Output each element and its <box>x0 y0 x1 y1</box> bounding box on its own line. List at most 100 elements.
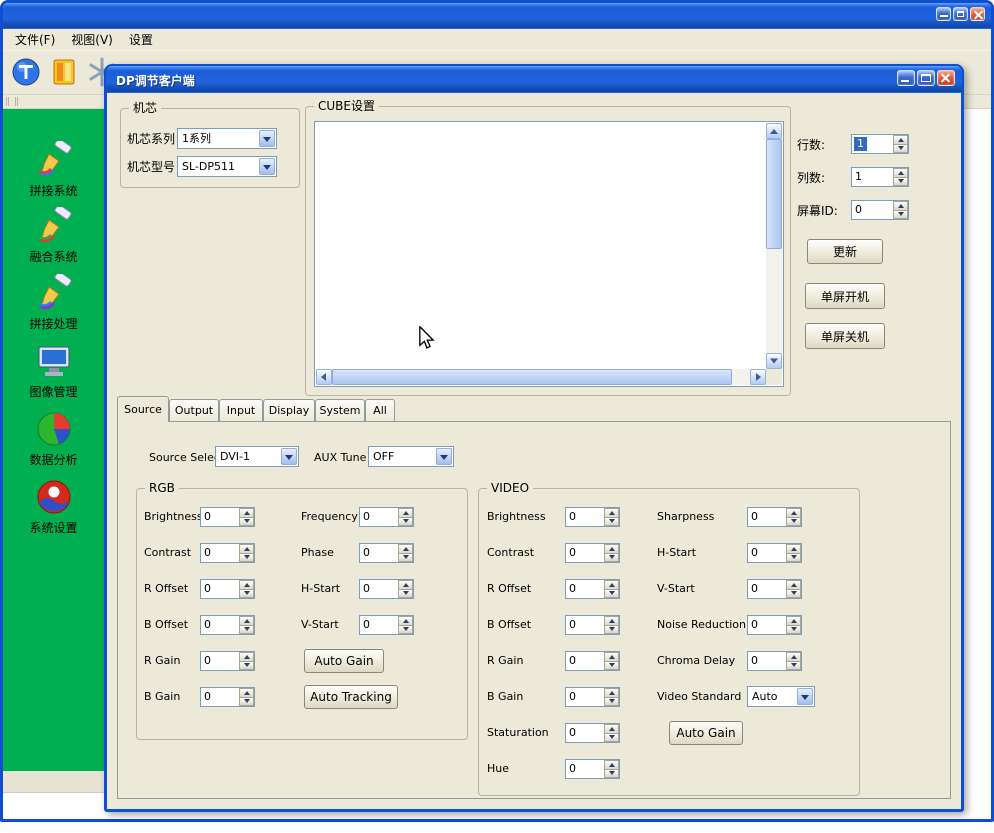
spin-down-button[interactable] <box>604 770 619 779</box>
scroll-up-button[interactable] <box>766 123 782 139</box>
spin-down-button[interactable] <box>398 554 413 563</box>
rgb-auto-gain-button[interactable]: Auto Gain <box>304 649 384 673</box>
rgb-r-gain-spinner[interactable]: 0 <box>200 651 255 671</box>
minimize-button[interactable] <box>897 70 915 86</box>
spin-up-button[interactable] <box>239 508 254 518</box>
app-titlebar[interactable] <box>3 3 991 29</box>
sidebar-item-fusion-system[interactable]: 融合系统 <box>3 205 104 269</box>
spin-down-button[interactable] <box>786 590 801 599</box>
spin-up-button[interactable] <box>604 508 619 518</box>
spin-down-button[interactable] <box>398 626 413 635</box>
video-auto-gain-button[interactable]: Auto Gain <box>669 721 743 745</box>
tab-display[interactable]: Display <box>263 399 315 421</box>
spin-down-button[interactable] <box>786 518 801 527</box>
spin-down-button[interactable] <box>786 662 801 671</box>
maximize-button[interactable] <box>917 70 935 86</box>
spin-down-button[interactable] <box>893 145 908 154</box>
chevron-down-icon[interactable] <box>436 448 452 465</box>
source-select-combo[interactable]: DVI-1 <box>215 446 299 467</box>
video-b-offset-spinner[interactable]: 0 <box>565 615 620 635</box>
spin-down-button[interactable] <box>604 734 619 743</box>
rgb-auto-tracking-button[interactable]: Auto Tracking <box>304 685 398 709</box>
spin-down-button[interactable] <box>604 662 619 671</box>
minimize-button[interactable] <box>936 7 951 21</box>
spin-down-button[interactable] <box>398 518 413 527</box>
spin-down-button[interactable] <box>604 518 619 527</box>
menu-file[interactable]: 文件(F) <box>7 29 63 50</box>
spin-down-button[interactable] <box>786 554 801 563</box>
close-button[interactable] <box>937 70 955 86</box>
spin-up-button[interactable] <box>398 508 413 518</box>
video-r-gain-spinner[interactable]: 0 <box>565 651 620 671</box>
rgb-b-offset-spinner[interactable]: 0 <box>200 615 255 635</box>
single-screen-power-on-button[interactable]: 单屏开机 <box>805 283 885 309</box>
chevron-down-icon[interactable] <box>797 688 813 705</box>
sidebar-item-splice-system[interactable]: 拼接系统 <box>3 139 104 203</box>
spin-up-button[interactable] <box>604 688 619 698</box>
spin-up-button[interactable] <box>604 580 619 590</box>
vertical-scrollbar[interactable] <box>766 123 782 369</box>
sidebar-item-system-settings[interactable]: 系统设置 <box>3 476 104 540</box>
tab-source[interactable]: Source <box>117 396 169 422</box>
rows-spinner[interactable]: 1 <box>851 134 909 154</box>
scroll-down-button[interactable] <box>766 353 782 369</box>
spin-up-button[interactable] <box>786 652 801 662</box>
spin-down-button[interactable] <box>239 554 254 563</box>
video-sharpness-spinner[interactable]: 0 <box>747 507 802 527</box>
single-screen-power-off-button[interactable]: 单屏关机 <box>805 323 885 349</box>
spin-up-button[interactable] <box>604 544 619 554</box>
spin-up-button[interactable] <box>893 168 908 178</box>
video-chroma-delay-spinner[interactable]: 0 <box>747 651 802 671</box>
video-contrast-spinner[interactable]: 0 <box>565 543 620 563</box>
chevron-down-icon[interactable] <box>281 448 297 465</box>
rgb-r-offset-spinner[interactable]: 0 <box>200 579 255 599</box>
toolbar-button-panel[interactable] <box>45 54 83 92</box>
spin-down-button[interactable] <box>239 590 254 599</box>
sidebar-item-splice-processing[interactable]: 拼接处理 <box>3 272 104 336</box>
tab-output[interactable]: Output <box>169 399 219 421</box>
spin-up-button[interactable] <box>398 616 413 626</box>
chevron-down-icon[interactable] <box>259 158 275 175</box>
spin-down-button[interactable] <box>239 626 254 635</box>
spin-down-button[interactable] <box>239 518 254 527</box>
spin-up-button[interactable] <box>786 544 801 554</box>
spin-up-button[interactable] <box>786 580 801 590</box>
spin-down-button[interactable] <box>786 626 801 635</box>
spin-up-button[interactable] <box>239 652 254 662</box>
spin-up-button[interactable] <box>239 580 254 590</box>
spin-up-button[interactable] <box>604 760 619 770</box>
rgb-frequency-spinner[interactable]: 0 <box>359 507 414 527</box>
spin-up-button[interactable] <box>239 616 254 626</box>
horizontal-scroll-thumb[interactable] <box>332 369 732 385</box>
spin-up-button[interactable] <box>786 508 801 518</box>
cols-spinner[interactable]: 1 <box>851 167 909 187</box>
video-standard-combo[interactable]: Auto <box>747 686 815 707</box>
sidebar-item-data-analysis[interactable]: 数据分析 <box>3 408 104 472</box>
video-brightness-spinner[interactable]: 0 <box>565 507 620 527</box>
spin-up-button[interactable] <box>239 544 254 554</box>
spin-down-button[interactable] <box>893 178 908 187</box>
spin-up-button[interactable] <box>239 688 254 698</box>
menu-view[interactable]: 视图(V) <box>63 29 121 50</box>
rgb-b-gain-spinner[interactable]: 0 <box>200 687 255 707</box>
video-r-offset-spinner[interactable]: 0 <box>565 579 620 599</box>
scroll-left-button[interactable] <box>316 369 332 385</box>
aux-tune-combo[interactable]: OFF <box>368 446 454 467</box>
maximize-button[interactable] <box>953 7 968 21</box>
update-button[interactable]: 更新 <box>807 239 883 264</box>
core-model-combo[interactable]: SL-DP511 <box>177 156 277 177</box>
spin-down-button[interactable] <box>604 590 619 599</box>
spin-down-button[interactable] <box>604 626 619 635</box>
spin-up-button[interactable] <box>398 580 413 590</box>
core-series-combo[interactable]: 1系列 <box>177 128 277 149</box>
horizontal-scrollbar[interactable] <box>316 369 766 385</box>
spin-up-button[interactable] <box>893 135 908 145</box>
video-h-start-spinner[interactable]: 0 <box>747 543 802 563</box>
video-b-gain-spinner[interactable]: 0 <box>565 687 620 707</box>
dialog-titlebar[interactable]: DP调节客户端 <box>106 66 962 93</box>
cube-list[interactable] <box>314 121 784 387</box>
scroll-right-button[interactable] <box>750 369 766 385</box>
spin-up-button[interactable] <box>604 652 619 662</box>
tab-system[interactable]: System <box>315 399 365 421</box>
spin-up-button[interactable] <box>604 724 619 734</box>
